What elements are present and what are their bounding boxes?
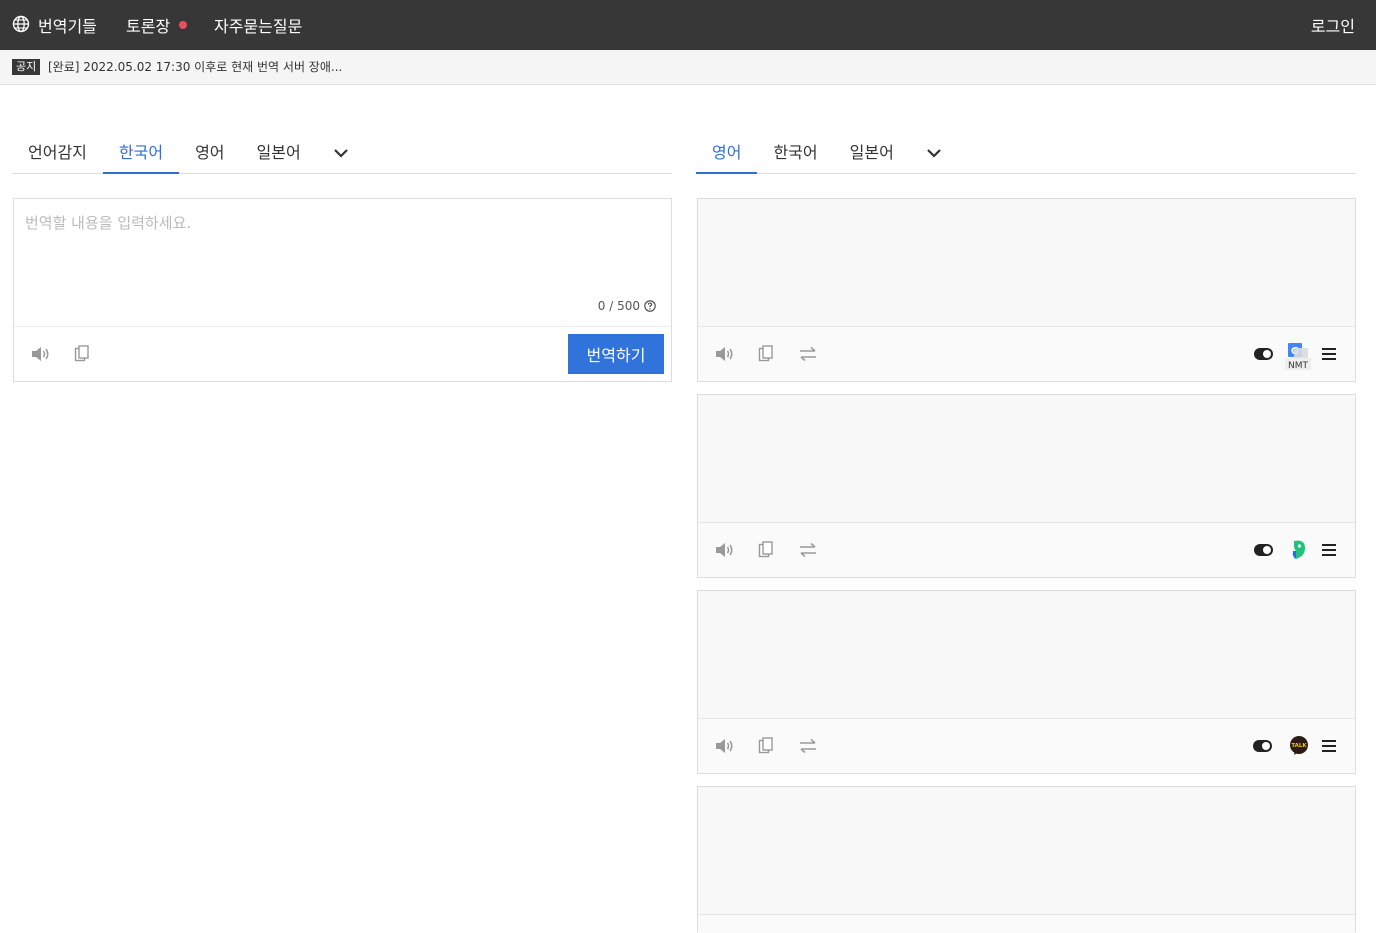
copy-icon: [758, 345, 773, 362]
result-output: [698, 395, 1355, 522]
listen-result-button[interactable]: [713, 539, 735, 561]
swap-button[interactable]: [797, 343, 819, 365]
nav-faq-label: 자주묻는질문: [214, 17, 303, 36]
tab-source-english[interactable]: 영어: [179, 133, 240, 174]
speaker-icon: [716, 543, 733, 557]
tab-target-english[interactable]: 영어: [696, 133, 758, 174]
copy-icon: [758, 541, 773, 558]
source-more-languages-button[interactable]: [321, 133, 361, 173]
result-menu-button[interactable]: [1322, 740, 1336, 752]
tab-detect-language[interactable]: 언어감지: [12, 133, 103, 174]
kakao-talk-logo: TALK: [1290, 736, 1308, 755]
source-panel: 0 / 500 번역하기: [13, 198, 672, 382]
notice-text[interactable]: [완료] 2022.05.02 17:30 이후로 현재 번역 서버 장애...: [48, 59, 342, 75]
result-output: [698, 199, 1355, 326]
copy-icon: [758, 737, 773, 754]
google-translate-icon[interactable]: G NMT: [1285, 342, 1311, 370]
result-panel-papago: [697, 394, 1356, 578]
swap-arrows-icon: [800, 346, 816, 362]
nav-translators[interactable]: 번역기들: [38, 0, 97, 50]
speaker-icon: [716, 739, 733, 753]
kakao-icon[interactable]: TALK: [1286, 732, 1312, 760]
result-toolbar: [698, 914, 1355, 933]
listen-result-button[interactable]: [713, 343, 735, 365]
listen-result-button[interactable]: [713, 735, 735, 757]
svg-text:TALK: TALK: [1291, 743, 1307, 749]
svg-text:NMT: NMT: [1288, 361, 1308, 370]
translate-button[interactable]: 번역하기: [568, 334, 664, 374]
copy-result-button[interactable]: [755, 539, 777, 561]
swap-button[interactable]: [797, 539, 819, 561]
top-navigation: 번역기들 토론장 자주묻는질문 로그인: [0, 0, 1376, 50]
copy-result-button[interactable]: [755, 343, 777, 365]
tab-target-korean[interactable]: 한국어: [757, 133, 833, 174]
speaker-icon: [32, 347, 49, 361]
nav-translators-label: 번역기들: [38, 17, 97, 36]
chevron-down-icon: [333, 149, 348, 158]
result-panel-google: G NMT: [697, 198, 1356, 382]
result-menu-button[interactable]: [1322, 348, 1336, 360]
help-icon[interactable]: [644, 300, 656, 312]
result-panel-4: [697, 786, 1356, 933]
engine-toggle[interactable]: [1254, 348, 1273, 360]
tab-target-japanese[interactable]: 일본어: [834, 133, 910, 174]
listen-source-button[interactable]: [29, 343, 51, 365]
nav-faq[interactable]: 자주묻는질문: [214, 0, 302, 50]
tab-source-japanese[interactable]: 일본어: [241, 133, 317, 174]
swap-arrows-icon: [800, 542, 816, 558]
result-toolbar: TALK: [698, 718, 1355, 773]
nav-forum-label: 토론장: [126, 17, 171, 36]
papago-logo: [1292, 540, 1305, 559]
source-language-tabs: 언어감지 한국어 영어 일본어: [12, 133, 672, 174]
notice-badge: 공지: [12, 59, 41, 75]
source-text-input[interactable]: [14, 199, 671, 297]
swap-button[interactable]: [797, 735, 819, 757]
copy-source-button[interactable]: [71, 343, 93, 365]
result-output: [698, 591, 1355, 718]
engine-toggle[interactable]: [1253, 740, 1272, 752]
character-counter: 0 / 500: [598, 299, 656, 313]
chevron-down-icon: [927, 149, 941, 158]
copy-result-button[interactable]: [755, 735, 777, 757]
papago-icon[interactable]: [1286, 536, 1312, 564]
copy-icon: [74, 345, 89, 362]
result-toolbar: G NMT: [698, 326, 1355, 381]
globe-icon: [12, 15, 30, 33]
source-toolbar: 번역하기: [14, 326, 671, 381]
nav-forum[interactable]: 토론장: [126, 0, 188, 50]
result-output: [698, 787, 1355, 914]
character-count: 0 / 500: [597, 299, 640, 313]
result-panel-kakao: TALK: [697, 590, 1356, 774]
result-toolbar: [698, 522, 1355, 577]
tab-source-korean[interactable]: 한국어: [102, 133, 180, 174]
target-more-languages-button[interactable]: [914, 133, 954, 173]
new-activity-dot: [179, 21, 188, 29]
engine-toggle[interactable]: [1254, 544, 1273, 556]
target-language-tabs: 영어 한국어 일본어: [696, 133, 1356, 174]
login-link[interactable]: 로그인: [1311, 0, 1355, 50]
swap-arrows-icon: [800, 738, 816, 754]
result-menu-button[interactable]: [1322, 544, 1336, 556]
notice-bar: 공지 [완료] 2022.05.02 17:30 이후로 현재 번역 서버 장애…: [0, 50, 1376, 85]
google-nmt-logo: G NMT: [1285, 343, 1311, 370]
speaker-icon: [716, 347, 733, 361]
login-label: 로그인: [1310, 17, 1355, 36]
